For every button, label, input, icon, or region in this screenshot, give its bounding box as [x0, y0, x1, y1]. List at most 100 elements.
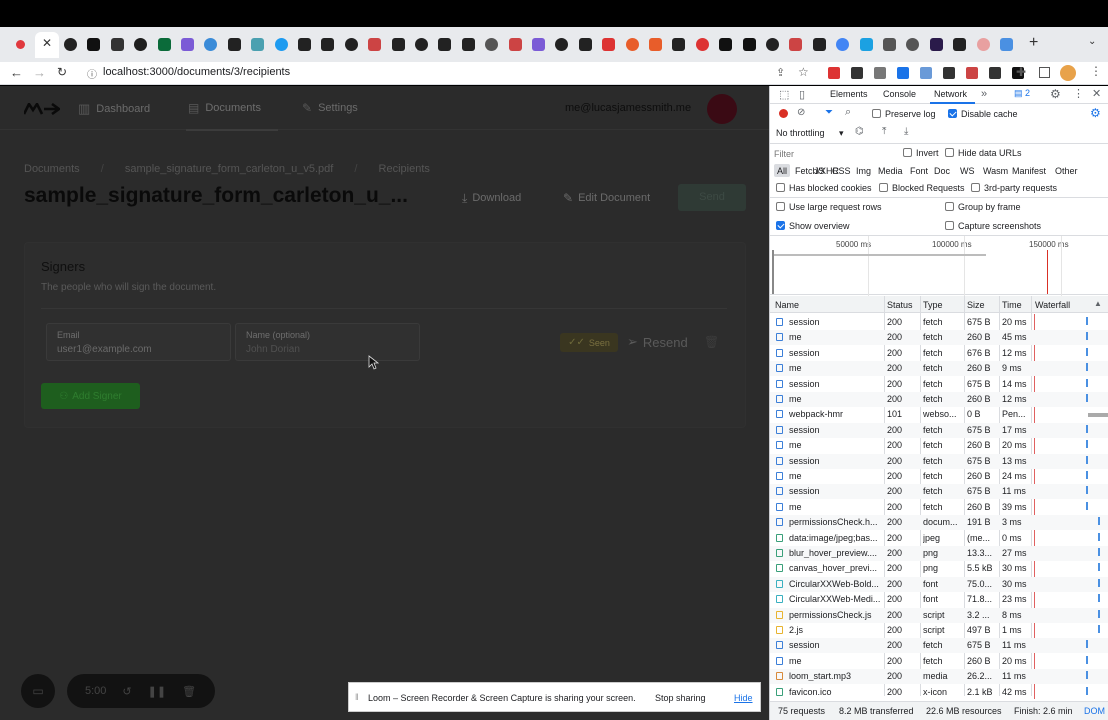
restart-icon[interactable]: ↺	[122, 685, 131, 698]
browser-tab[interactable]	[485, 38, 499, 51]
table-row[interactable]: session 200 fetch 676 B 12 ms	[770, 346, 1108, 361]
active-tab[interactable]: ✕	[35, 32, 59, 58]
table-row[interactable]: blur_hover_preview.... 200 png 13.3... 27 ms	[770, 546, 1108, 561]
table-row[interactable]: me 200 fetch 260 B 24 ms	[770, 469, 1108, 484]
type-filter-ws[interactable]: WS	[960, 166, 975, 176]
browser-tab[interactable]	[812, 38, 826, 51]
table-row[interactable]: permissionsCheck.js 200 script 3.2 ... 8 ms	[770, 607, 1108, 623]
inspect-element-icon[interactable]: ⬚	[779, 88, 789, 101]
issues-badge[interactable]: ▤ 2	[1014, 88, 1030, 99]
preserve-log-checkbox[interactable]: Preserve log	[872, 109, 936, 119]
browser-tab[interactable]	[204, 38, 218, 51]
name-field[interactable]: Name (optional) John Dorian	[235, 323, 420, 361]
hide-link[interactable]: Hide	[734, 693, 753, 703]
throttling-select[interactable]: No throttling ▾	[776, 128, 844, 139]
bookmark-star-icon[interactable]: ☆	[798, 65, 809, 79]
tab-close-icon[interactable]: ✕	[42, 36, 52, 50]
browser-tab[interactable]	[110, 38, 124, 51]
browser-tab[interactable]	[181, 38, 194, 51]
new-tab-icon[interactable]: +	[1029, 34, 1038, 52]
browser-tab[interactable]	[508, 38, 522, 51]
browser-tab[interactable]	[602, 38, 616, 51]
profile-avatar[interactable]	[1060, 65, 1076, 81]
breadcrumb-documents[interactable]: Documents	[24, 163, 80, 175]
extension-icon[interactable]	[943, 67, 955, 79]
pause-icon[interactable]: ❚❚	[148, 685, 166, 698]
browser-tab[interactable]	[1000, 38, 1013, 51]
delete-recording-icon[interactable]: 🗑	[182, 685, 196, 698]
add-signer-button[interactable]: ⚇ Add Signer	[41, 383, 140, 409]
browser-tab[interactable]	[906, 38, 920, 51]
browser-tab[interactable]	[298, 38, 311, 51]
col-name[interactable]: Name	[775, 300, 799, 310]
show-overview-checkbox[interactable]: Show overview	[776, 221, 850, 231]
table-row[interactable]: webpack-hmr 101 webso... 0 B Pen...	[770, 407, 1108, 422]
extension-icon[interactable]	[897, 67, 909, 79]
table-row[interactable]: me 200 fetch 260 B 20 ms	[770, 654, 1108, 669]
stop-sharing-button[interactable]: Stop sharing	[655, 693, 706, 703]
camera-toggle-button[interactable]: ▭	[21, 674, 55, 708]
browser-tab[interactable]	[742, 38, 756, 51]
table-row[interactable]: session 200 fetch 675 B 14 ms	[770, 377, 1108, 392]
tab-search-icon[interactable]: ⌄	[1088, 36, 1096, 47]
table-row[interactable]: session 200 fetch 675 B 11 ms	[770, 638, 1108, 654]
type-filter-media[interactable]: Media	[878, 166, 903, 176]
col-size[interactable]: Size	[967, 300, 985, 310]
browser-tab[interactable]	[883, 38, 896, 51]
trash-icon[interactable]: 🗑	[704, 335, 719, 349]
forward-icon[interactable]: →	[33, 65, 46, 80]
col-waterfall[interactable]: Waterfall	[1035, 300, 1070, 310]
type-filter-font[interactable]: Font	[910, 166, 928, 176]
browser-tab[interactable]	[321, 38, 335, 51]
browser-tab[interactable]	[368, 38, 382, 51]
back-icon[interactable]: ←	[10, 65, 23, 80]
type-filter-img[interactable]: Img	[856, 166, 871, 176]
browser-tab[interactable]	[859, 38, 873, 51]
nav-dashboard[interactable]: ▥ Dashboard	[78, 101, 150, 117]
resend-button[interactable]: ➢ Resend	[627, 334, 688, 350]
browser-tab[interactable]	[695, 38, 709, 51]
group-by-frame-checkbox[interactable]: Group by frame	[945, 202, 1021, 212]
email-field[interactable]: Email user1@example.com	[46, 323, 231, 361]
browser-tab[interactable]	[532, 38, 545, 51]
col-time[interactable]: Time	[1002, 300, 1022, 310]
table-row[interactable]: me 200 fetch 260 B 12 ms	[770, 392, 1108, 407]
filter-funnel-icon[interactable]: ⏷	[825, 107, 833, 118]
search-icon[interactable]: ⌕	[845, 106, 851, 119]
drag-handle-icon[interactable]: ‖	[355, 692, 359, 702]
more-tabs-icon[interactable]: »	[981, 88, 987, 100]
type-filter-css[interactable]: CSS	[832, 166, 851, 176]
table-row[interactable]: session 200 fetch 675 B 11 ms	[770, 484, 1108, 500]
col-status[interactable]: Status	[887, 300, 913, 310]
browser-tab[interactable]	[976, 38, 990, 51]
browser-tab[interactable]	[87, 38, 101, 51]
tab-network[interactable]: Network	[934, 89, 967, 99]
filter-input[interactable]	[774, 147, 894, 161]
logo-mark[interactable]	[22, 101, 62, 116]
browser-tab[interactable]	[555, 38, 569, 51]
tab-elements[interactable]: Elements	[830, 89, 868, 99]
invert-checkbox[interactable]: Invert	[903, 148, 939, 158]
table-row[interactable]: session 200 fetch 675 B 20 ms	[770, 315, 1108, 330]
table-row[interactable]: data:image/jpeg;bas... 200 jpeg (me... 0 ms	[770, 531, 1108, 546]
type-filter-all[interactable]: All	[777, 166, 787, 176]
extension-icon[interactable]	[989, 67, 1001, 79]
url-text[interactable]: localhost:3000/documents/3/recipients	[103, 66, 290, 78]
capture-screenshots-checkbox[interactable]: Capture screenshots	[945, 221, 1041, 231]
browser-tab[interactable]	[274, 38, 288, 51]
device-toolbar-icon[interactable]: ▯	[799, 88, 805, 101]
browser-tab[interactable]	[578, 38, 592, 51]
browser-tab[interactable]	[672, 38, 686, 51]
table-row[interactable]: me 200 fetch 260 B 39 ms	[770, 500, 1108, 515]
browser-tab[interactable]	[64, 38, 77, 51]
browser-tab[interactable]	[251, 38, 265, 51]
tab-console[interactable]: Console	[883, 89, 916, 99]
clear-icon[interactable]: ⊘	[797, 107, 805, 118]
send-button[interactable]: Send	[678, 184, 746, 211]
hide-data-urls-checkbox[interactable]: Hide data URLs	[945, 148, 1022, 158]
breadcrumb-file[interactable]: sample_signature_form_carleton_u_v5.pdf	[125, 163, 334, 175]
close-devtools-icon[interactable]: ✕	[1092, 87, 1101, 100]
table-row[interactable]: canvas_hover_previ... 200 png 5.5 kB 30 ms	[770, 561, 1108, 576]
extension-icon[interactable]	[920, 67, 932, 79]
settings-gear-icon[interactable]: ⚙	[1050, 87, 1061, 101]
